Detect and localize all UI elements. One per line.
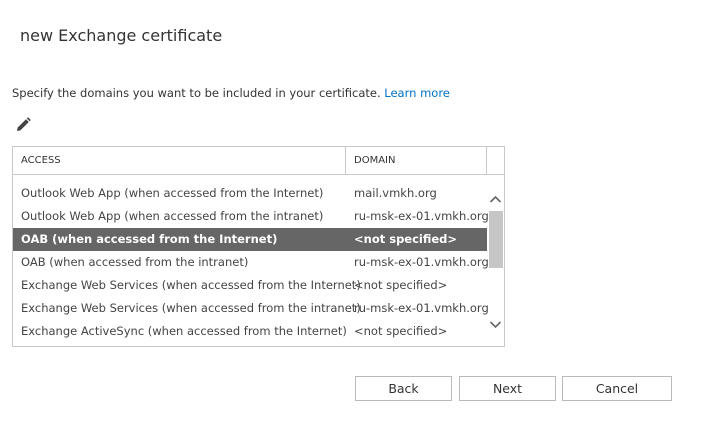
grid-header: ACCESS DOMAIN: [13, 147, 504, 175]
table-row[interactable]: Exchange Web Services (when accessed fro…: [13, 274, 487, 297]
table-row[interactable]: Outlook Web App (when accessed from the …: [13, 182, 487, 205]
chevron-down-icon[interactable]: [487, 317, 504, 333]
cell-domain: ru-msk-ex-01.vmkh.org: [354, 209, 489, 223]
cell-access: Outlook Web App (when accessed from the …: [21, 209, 324, 223]
cell-access: OAB (when accessed from the Internet): [21, 232, 278, 246]
back-button[interactable]: Back: [355, 376, 452, 401]
dialog-title: new Exchange certificate: [20, 26, 223, 45]
domains-grid: ACCESS DOMAIN Outlook Web App (when acce…: [12, 146, 505, 347]
table-row[interactable]: Outlook Web App (when accessed from the …: [13, 205, 489, 228]
cell-access: Exchange ActiveSync (when accessed from …: [21, 324, 347, 338]
cell-access: Outlook Web App (when accessed from the …: [21, 186, 324, 200]
table-row[interactable]: Exchange ActiveSync (when accessed from …: [13, 320, 487, 343]
scrollbar-thumb[interactable]: [489, 211, 503, 268]
chevron-up-icon[interactable]: [487, 191, 504, 207]
cell-access: OAB (when accessed from the intranet): [21, 255, 249, 269]
cell-domain: <not specified>: [354, 278, 448, 292]
table-row[interactable]: OAB (when accessed from the intranet) ru…: [13, 251, 489, 274]
cell-access: Exchange Web Services (when accessed fro…: [21, 301, 361, 315]
vertical-scrollbar[interactable]: [487, 175, 504, 346]
instruction-label: Specify the domains you want to be inclu…: [12, 86, 381, 100]
cell-domain: <not specified>: [354, 232, 458, 246]
cell-domain: mail.vmkh.org: [354, 186, 437, 200]
grid-rows: Outlook Web App (when accessed from the …: [13, 182, 489, 343]
cell-domain: ru-msk-ex-01.vmkh.org: [354, 301, 489, 315]
column-header-domain[interactable]: DOMAIN: [346, 147, 487, 174]
cell-domain: ru-msk-ex-01.vmkh.org: [354, 255, 489, 269]
learn-more-link[interactable]: Learn more: [384, 86, 450, 100]
cell-domain: <not specified>: [354, 324, 448, 338]
instruction-text: Specify the domains you want to be inclu…: [12, 86, 450, 100]
cancel-button[interactable]: Cancel: [562, 376, 672, 401]
pencil-icon[interactable]: [14, 116, 32, 134]
table-row[interactable]: Exchange Web Services (when accessed fro…: [13, 297, 489, 320]
next-button[interactable]: Next: [459, 376, 556, 401]
table-row-selected[interactable]: OAB (when accessed from the Internet) <n…: [13, 228, 487, 251]
cell-access: Exchange Web Services (when accessed fro…: [21, 278, 361, 292]
column-header-access[interactable]: ACCESS: [13, 147, 346, 174]
